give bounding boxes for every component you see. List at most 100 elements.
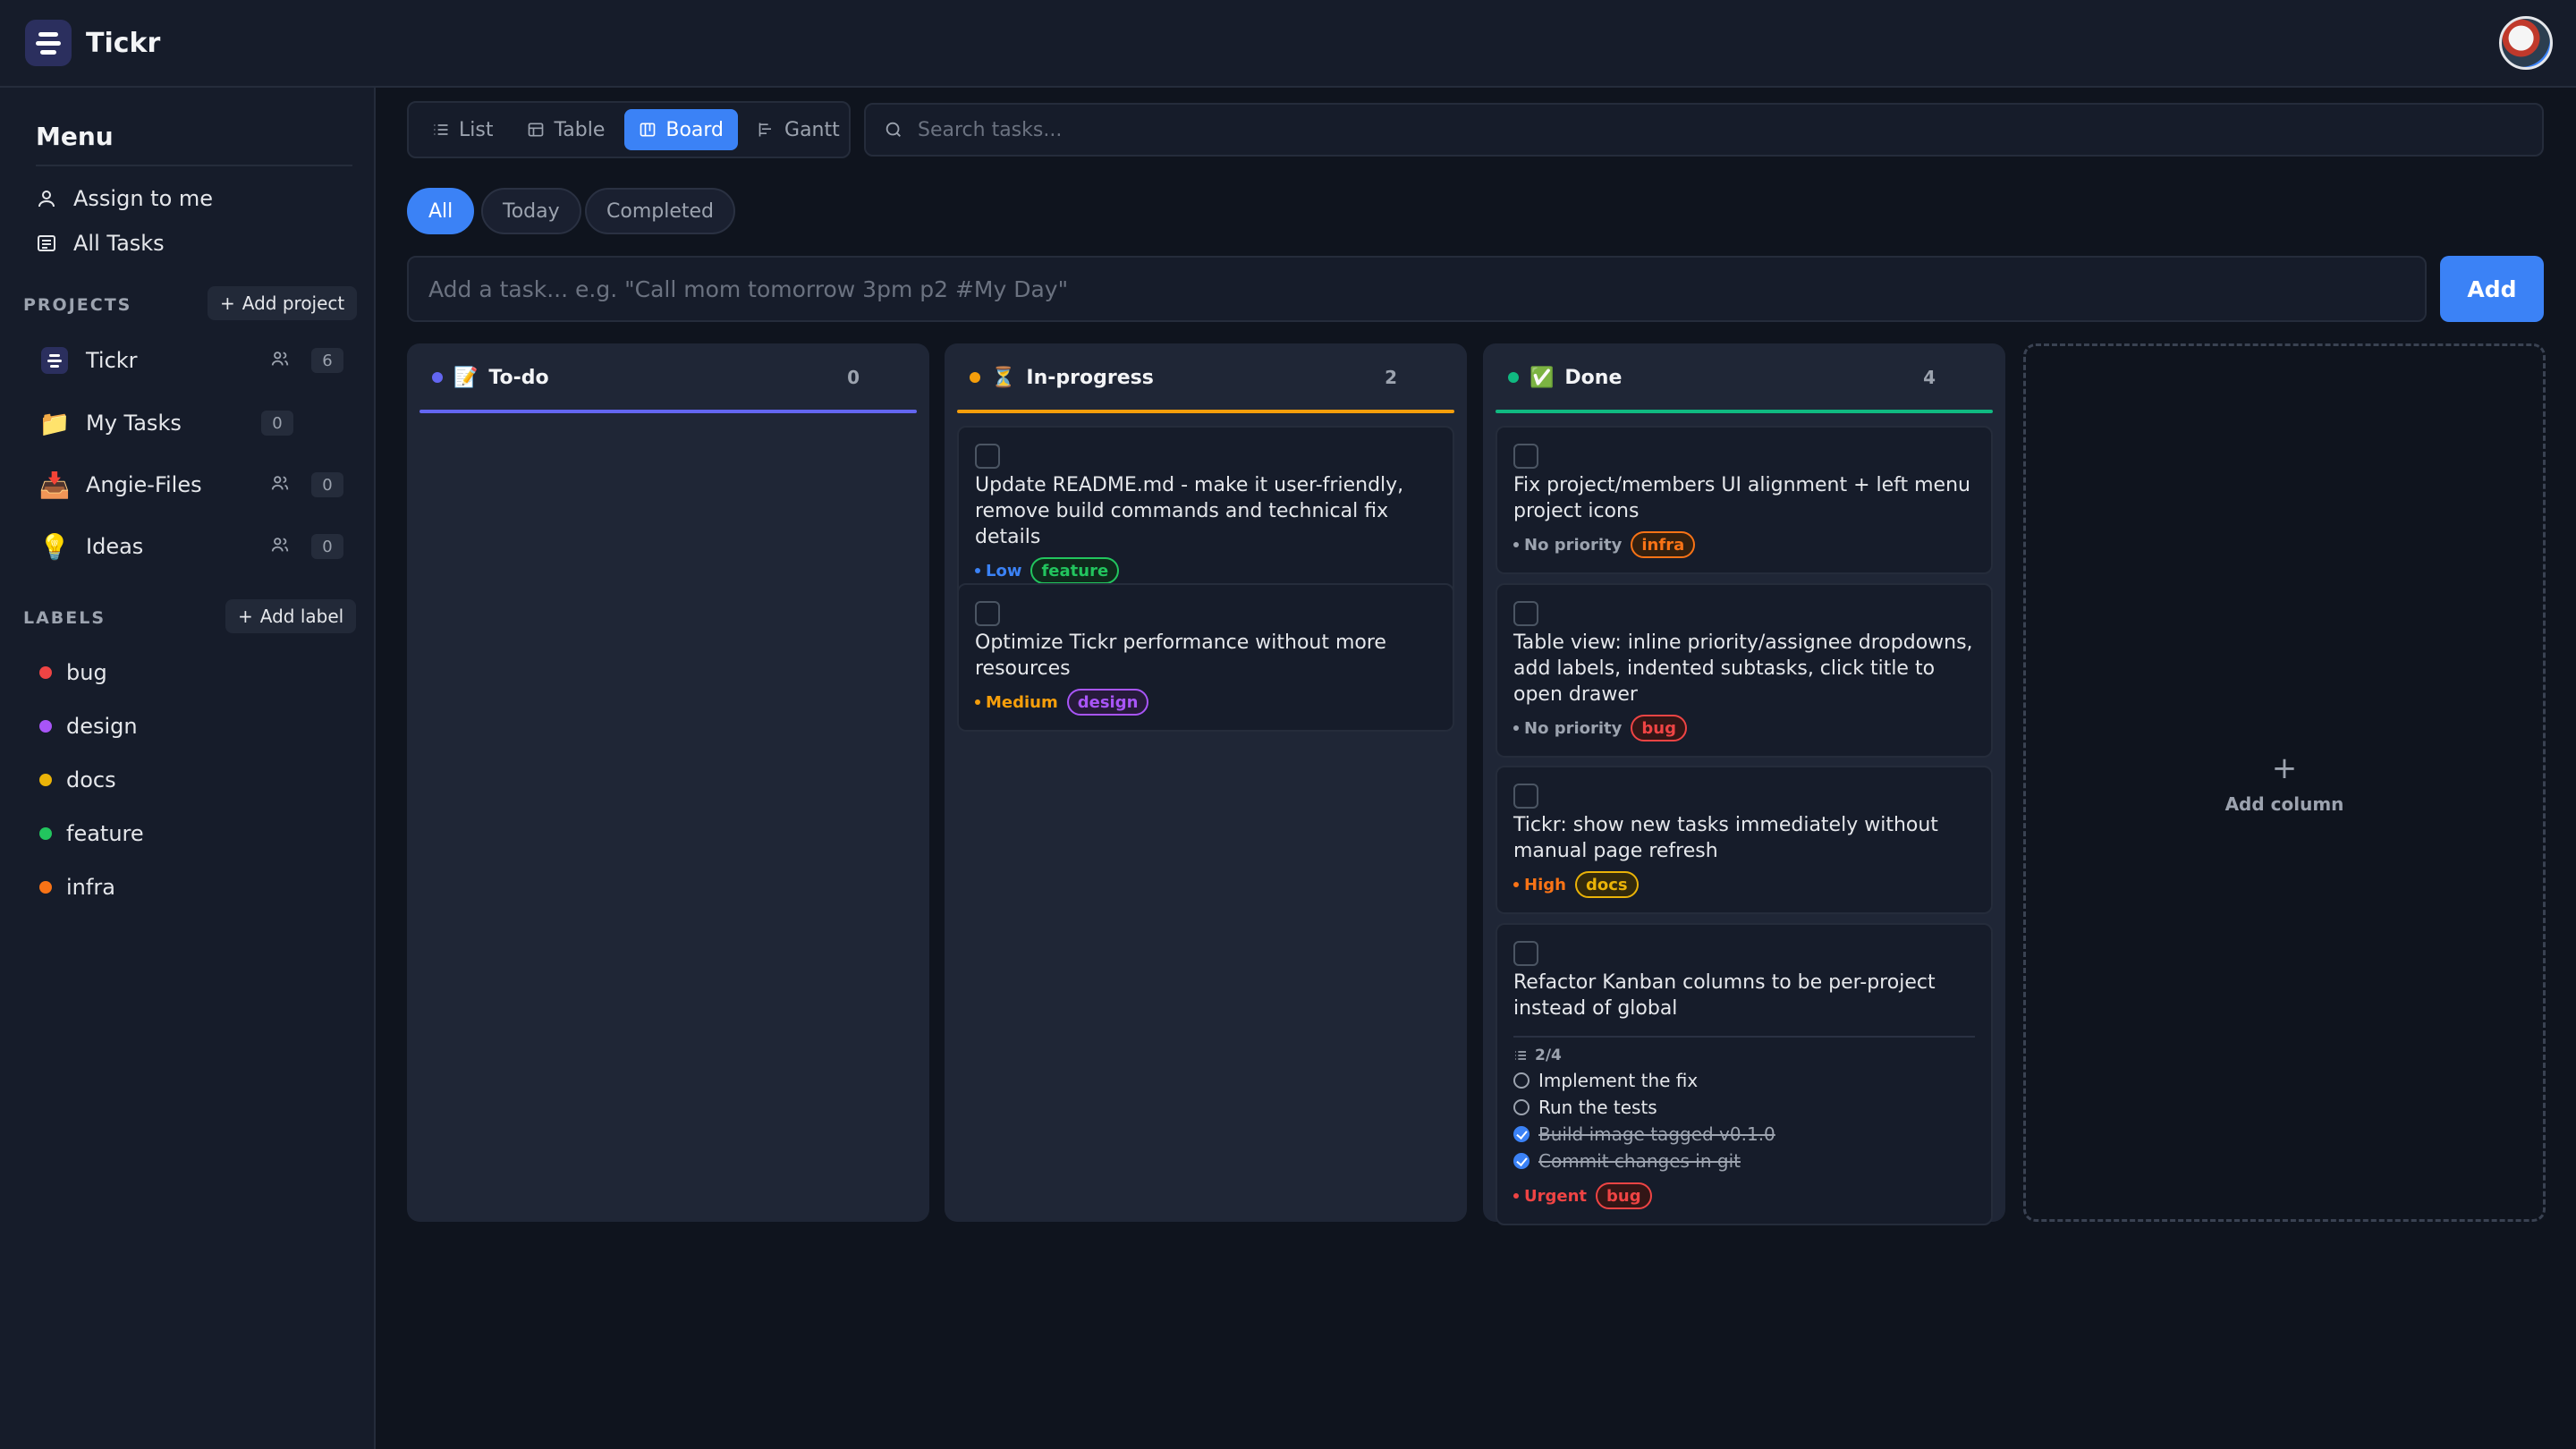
label-color-dot (39, 720, 52, 733)
task-checkbox[interactable] (975, 444, 1000, 469)
task-card[interactable]: Tickr: show new tasks immediately withou… (1496, 766, 1993, 914)
view-switcher: List Table Board Gantt (407, 101, 851, 158)
tab-table[interactable]: Table (513, 109, 619, 150)
tab-label: Table (554, 118, 606, 141)
task-checkbox[interactable] (975, 601, 1000, 626)
task-title: Update README.md - make it user-friendly… (975, 474, 1404, 548)
add-label-button[interactable]: + Add label (225, 599, 357, 633)
task-card[interactable]: Optimize Tickr performance without more … (957, 583, 1454, 732)
column-done: ✅ Done 4 Fix project/members UI alignmen… (1483, 343, 2005, 1225)
label-item-bug[interactable]: bug (39, 660, 107, 685)
task-card[interactable]: Refactor Kanban columns to be per-projec… (1496, 923, 1993, 1225)
add-task-input[interactable] (428, 275, 2405, 302)
task-tag[interactable]: feature (1030, 557, 1120, 584)
tab-label: List (459, 118, 494, 141)
plus-icon: + (220, 292, 235, 314)
column-accent-bar (1496, 410, 1993, 413)
task-tag[interactable]: infra (1631, 531, 1696, 558)
plus-icon: + (238, 606, 253, 627)
task-title: Fix project/members UI alignment + left … (1513, 474, 1970, 522)
filter-all[interactable]: All (407, 188, 475, 234)
label-item-design[interactable]: design (39, 714, 138, 739)
priority-badge: Medium (975, 693, 1058, 712)
task-tag[interactable]: bug (1631, 715, 1687, 741)
priority-badge: Urgent (1513, 1187, 1587, 1206)
column-title: To-do (488, 366, 549, 389)
task-tag[interactable]: docs (1574, 871, 1639, 898)
tab-gantt[interactable]: Gantt (743, 109, 854, 150)
label-color-dot (39, 774, 52, 786)
task-tag[interactable]: bug (1596, 1182, 1652, 1209)
subtask-divider (1513, 1036, 1975, 1038)
user-avatar[interactable] (2499, 16, 2553, 70)
label-item-feature[interactable]: feature (39, 821, 144, 846)
task-checkbox[interactable] (1513, 941, 1538, 966)
column-count: 2 (1385, 367, 1397, 388)
subtask-item[interactable]: Build image tagged v0.1.0 (1513, 1123, 1975, 1145)
add-project-button[interactable]: + Add project (208, 286, 358, 320)
subtask-checkbox[interactable] (1513, 1099, 1530, 1115)
task-checkbox[interactable] (1513, 444, 1538, 469)
task-card[interactable]: Table view: inline priority/assignee dro… (1496, 583, 1993, 758)
task-checkbox[interactable] (1513, 601, 1538, 626)
subtask-text: Run the tests (1538, 1097, 1657, 1118)
label-color-dot (39, 827, 52, 840)
project-count: 6 (311, 348, 343, 373)
task-title: Table view: inline priority/assignee dro… (1513, 631, 1973, 706)
column-emoji: ⏳ (991, 366, 1016, 389)
kanban-icon (640, 123, 656, 137)
subtask-checkbox[interactable] (1513, 1153, 1530, 1169)
filter-today[interactable]: Today (481, 188, 581, 234)
project-item-my-tasks[interactable]: 📁 My Tasks 0 (39, 401, 343, 445)
task-card[interactable]: Update README.md - make it user-friendly… (957, 426, 1454, 600)
label-item-docs[interactable]: docs (39, 767, 116, 792)
search-input[interactable] (918, 118, 2438, 141)
menu-title: Menu (36, 122, 114, 151)
add-task-bar (407, 256, 2427, 322)
subtask-checkbox[interactable] (1513, 1072, 1530, 1089)
members-icon (270, 535, 290, 559)
checklist-icon (1515, 1051, 1526, 1060)
subtask-item[interactable]: Run the tests (1513, 1097, 1975, 1118)
column-color-dot (432, 372, 443, 383)
nav-assign-to-me[interactable]: Assign to me (36, 186, 213, 211)
add-task-button[interactable]: Add (2440, 256, 2544, 322)
column-in-progress: ⏳ In-progress 2 Update README.md - make … (945, 343, 1467, 1222)
subtask-checkbox[interactable] (1513, 1126, 1530, 1142)
add-column-button[interactable]: + Add column (2023, 343, 2546, 1222)
task-checkbox[interactable] (1513, 784, 1538, 809)
filter-completed[interactable]: Completed (585, 188, 735, 234)
column-count: 4 (1923, 367, 1936, 388)
task-title: Optimize Tickr performance without more … (975, 631, 1386, 680)
app-header: Tickr (0, 0, 2576, 88)
subtask-text: Implement the fix (1538, 1070, 1699, 1091)
column-accent-bar (957, 410, 1454, 413)
tab-list[interactable]: List (418, 109, 507, 150)
tab-board[interactable]: Board (624, 109, 739, 150)
project-item-ideas[interactable]: 💡 Ideas 0 (39, 524, 343, 569)
column-color-dot (970, 372, 980, 383)
task-tag[interactable]: design (1066, 689, 1149, 716)
project-name: Tickr (86, 348, 138, 373)
column-accent-bar (419, 410, 917, 413)
column-emoji: 📝 (453, 366, 479, 389)
priority-badge: No priority (1513, 719, 1622, 738)
project-count: 0 (311, 534, 343, 559)
project-item-angie-files[interactable]: 📥 Angie-Files 0 (39, 462, 343, 507)
subtask-item[interactable]: Implement the fix (1513, 1070, 1975, 1091)
task-card[interactable]: Fix project/members UI alignment + left … (1496, 426, 1993, 574)
column-color-dot (1508, 372, 1519, 383)
task-meta: Low feature (975, 557, 1436, 584)
app-title: Tickr (86, 27, 161, 59)
tab-label: Gantt (784, 118, 840, 141)
list-icon (434, 124, 448, 135)
label-name: feature (66, 821, 144, 846)
label-color-dot (39, 666, 52, 679)
project-count: 0 (311, 472, 343, 497)
subtask-item[interactable]: Commit changes in git (1513, 1150, 1975, 1172)
nav-all-tasks[interactable]: All Tasks (36, 231, 165, 256)
label-item-infra[interactable]: infra (39, 875, 115, 900)
members-icon (270, 473, 290, 497)
gantt-icon (758, 123, 772, 137)
project-item-tickr[interactable]: Tickr 6 (39, 338, 343, 383)
